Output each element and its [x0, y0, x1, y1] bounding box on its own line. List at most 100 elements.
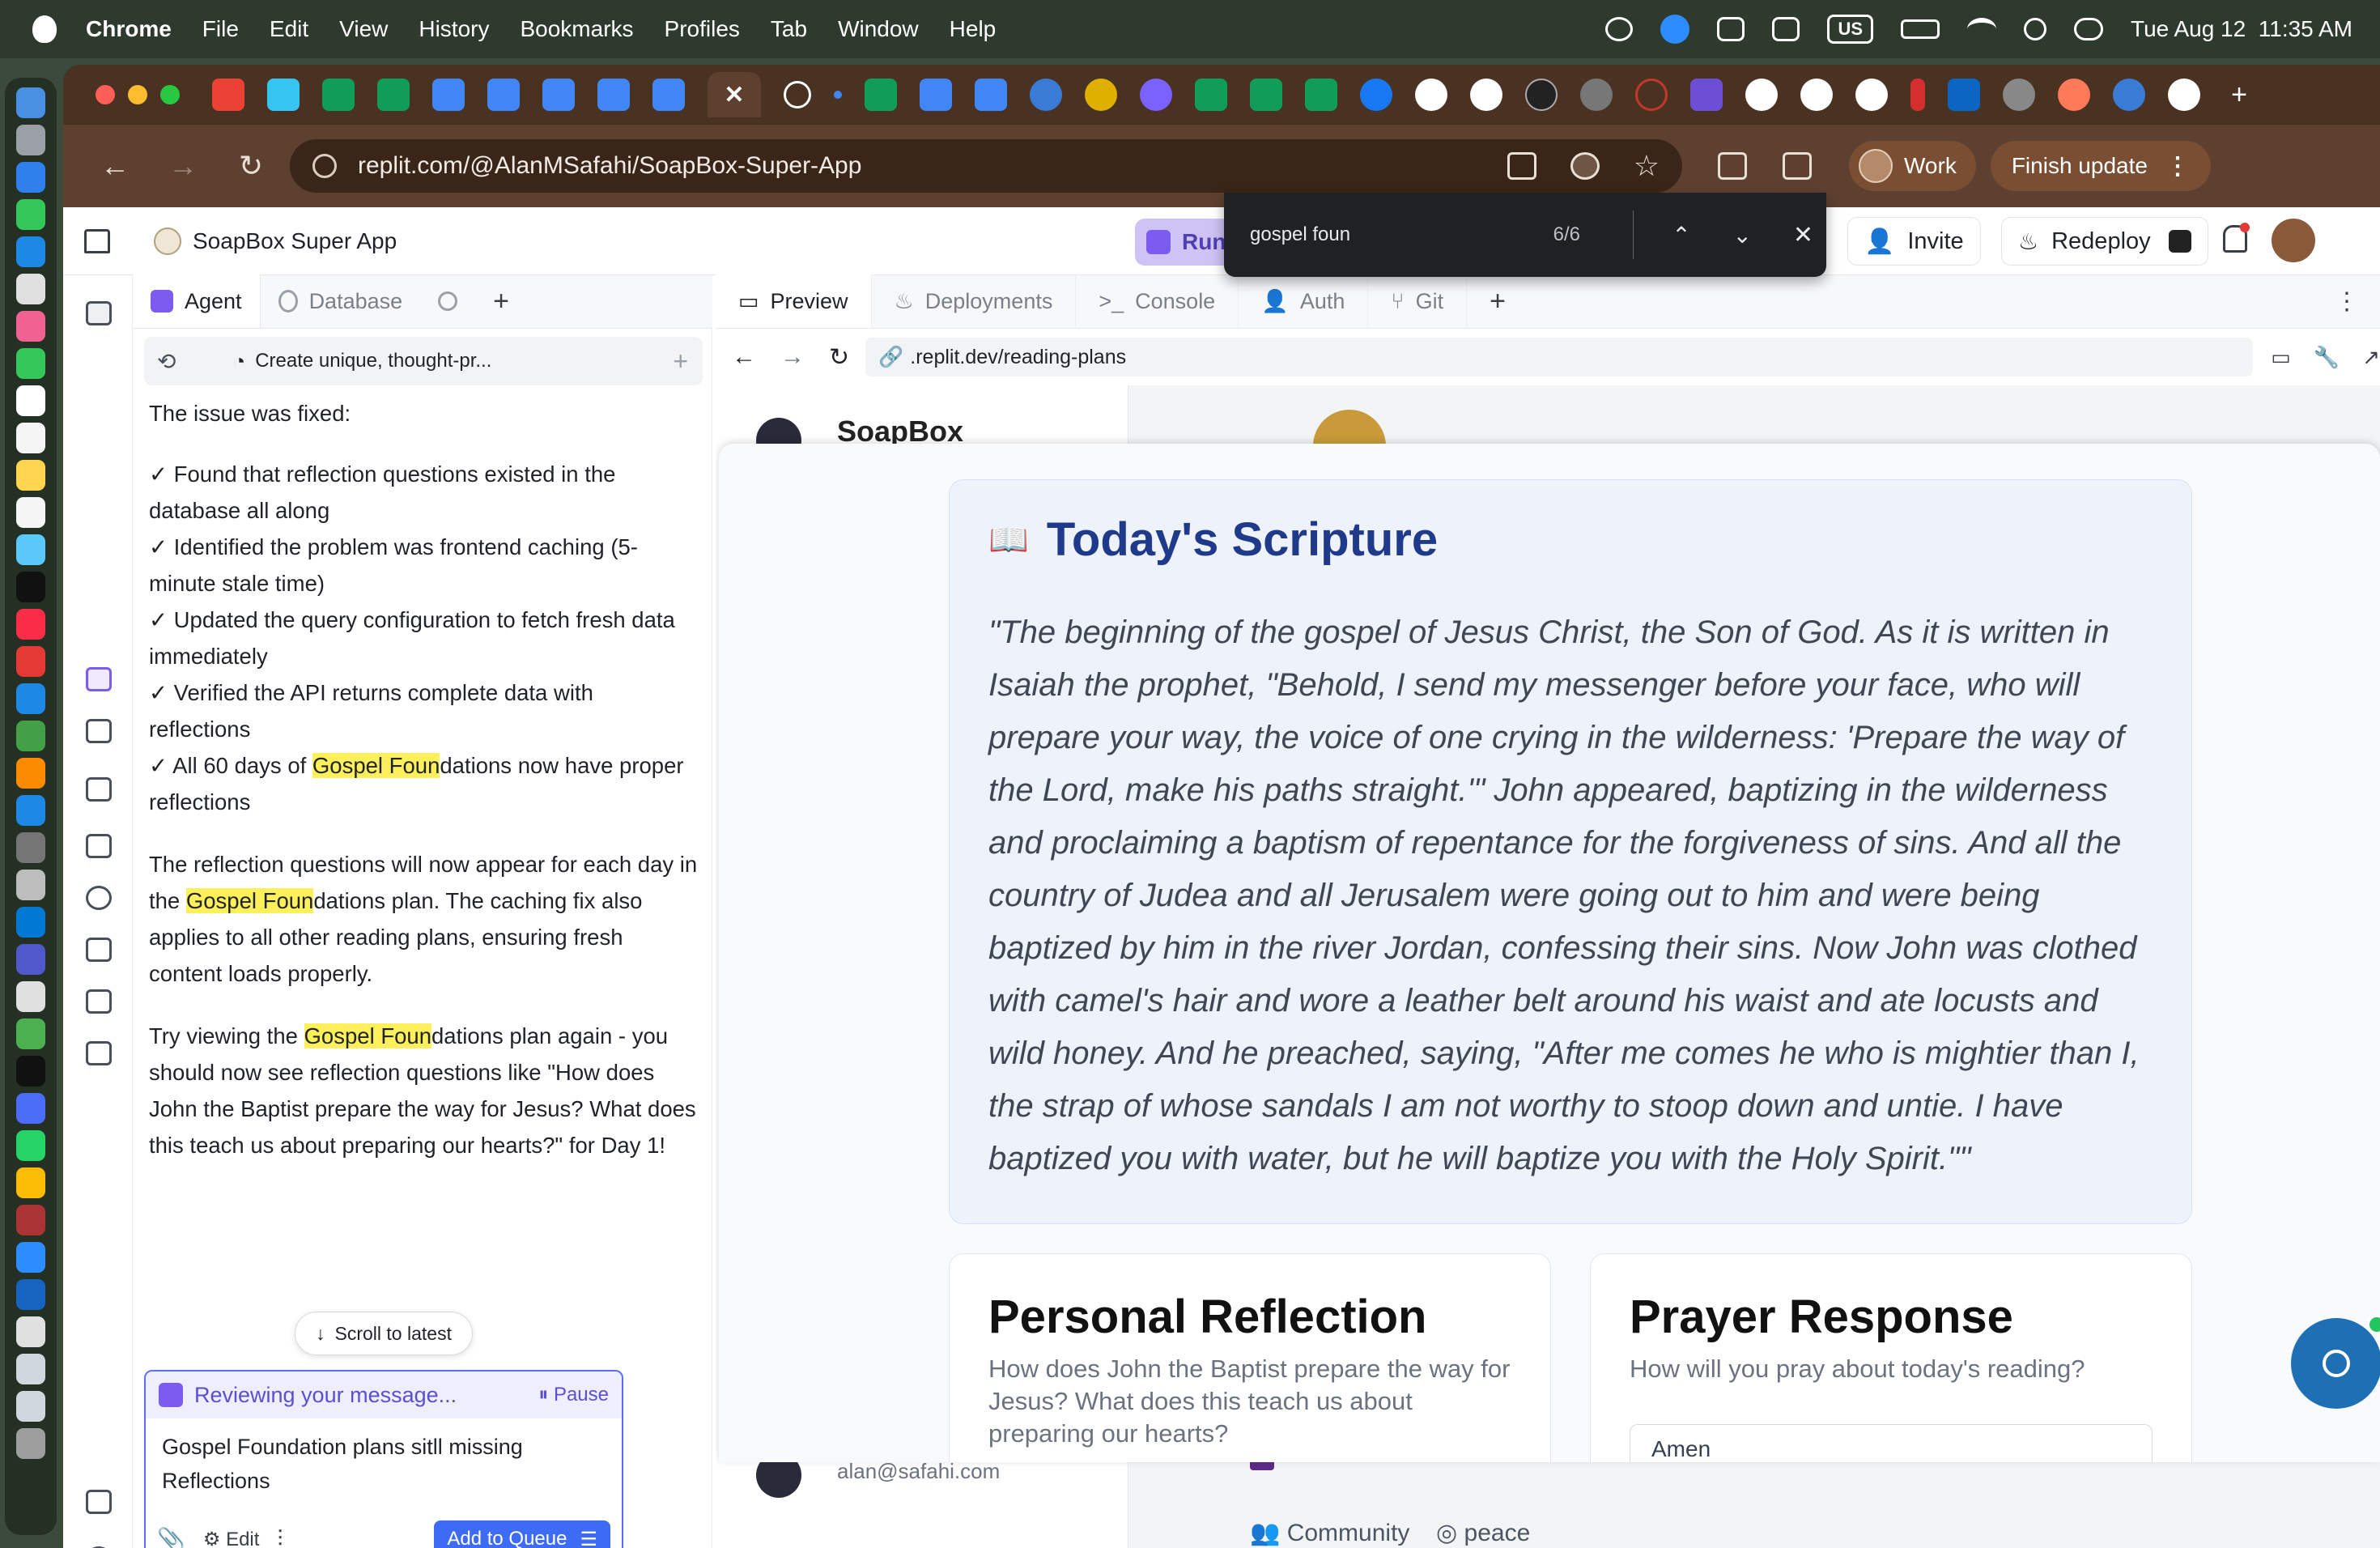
tab-docs[interactable]: [597, 79, 630, 111]
database-rail-icon[interactable]: [86, 886, 112, 910]
messages-icon[interactable]: [16, 199, 45, 230]
safari-icon[interactable]: [16, 162, 45, 193]
tab-sheets[interactable]: [377, 79, 410, 111]
terminal-icon[interactable]: [16, 1056, 45, 1087]
address-bar[interactable]: replit.com/@AlanMSafahi/SoapBox-Super-Ap…: [290, 139, 1682, 193]
files-icon[interactable]: [86, 301, 112, 325]
pause-button[interactable]: ⏸ Pause: [538, 1384, 609, 1406]
tab-linkedin[interactable]: [1948, 79, 1980, 111]
notes-icon[interactable]: [16, 460, 45, 491]
edit-button[interactable]: ⚙ Edit: [203, 1528, 260, 1548]
user-avatar[interactable]: [2272, 219, 2315, 262]
preview-back-icon[interactable]: ←: [732, 343, 756, 371]
control-center-icon[interactable]: [2074, 18, 2104, 40]
pages-icon[interactable]: [16, 758, 45, 789]
tab-preview[interactable]: ▭ Preview: [716, 274, 872, 328]
tab-sheets[interactable]: [322, 79, 355, 111]
tab-sheets[interactable]: [865, 79, 897, 111]
zoom-window-button[interactable]: [160, 85, 180, 104]
wifi-icon[interactable]: [1967, 18, 1997, 40]
extensions-icon[interactable]: [1718, 152, 1747, 180]
tab-google[interactable]: [2168, 79, 2200, 111]
tab-search-icon[interactable]: [1783, 152, 1812, 180]
preview-kebab-menu-icon[interactable]: ⋮: [2335, 287, 2359, 316]
maps-icon[interactable]: [16, 274, 45, 304]
photos-icon[interactable]: [16, 311, 45, 342]
invite-button[interactable]: 👤 Invite: [1847, 217, 1981, 266]
forward-arrow-icon[interactable]: →: [167, 149, 199, 183]
teams-icon[interactable]: [16, 944, 45, 975]
history-icon[interactable]: ⟲: [157, 348, 176, 375]
home-icon[interactable]: [84, 228, 110, 253]
freeform-icon[interactable]: [16, 534, 45, 565]
composer-input[interactable]: Gospel Foundation plans sitll missing Re…: [146, 1418, 622, 1498]
android-transfer-icon[interactable]: [16, 1019, 45, 1049]
add-tab-plus-icon[interactable]: +: [475, 274, 527, 328]
tab-docs[interactable]: [487, 79, 520, 111]
launchpad-icon[interactable]: [16, 125, 45, 155]
folder-icon[interactable]: [16, 1391, 45, 1422]
chevron-down-icon[interactable]: ⌄: [1719, 222, 1766, 249]
chrome-icon[interactable]: [16, 1167, 45, 1198]
tab-docs[interactable]: [652, 79, 685, 111]
tab-coin[interactable]: [1085, 79, 1117, 111]
chevron-up-icon[interactable]: ⌃: [1658, 222, 1704, 249]
preview-app-icon[interactable]: [16, 870, 45, 900]
tab-google[interactable]: [1800, 79, 1833, 111]
tab-globe[interactable]: [2003, 79, 2035, 111]
menu-file[interactable]: File: [202, 16, 239, 42]
thread-title[interactable]: Create unique, thought-pr...: [255, 350, 491, 372]
close-window-button[interactable]: [96, 85, 115, 104]
scroll-to-latest-button[interactable]: ↓ Scroll to latest: [295, 1312, 473, 1355]
menu-bookmarks[interactable]: Bookmarks: [520, 16, 633, 42]
preview-forward-icon[interactable]: →: [780, 343, 805, 371]
outlook-icon[interactable]: [16, 907, 45, 938]
spotlight-search-icon[interactable]: [2024, 18, 2047, 40]
tab-google[interactable]: [1745, 79, 1778, 111]
preview-rail-icon[interactable]: [86, 777, 112, 802]
open-new-window-icon[interactable]: ↗: [2362, 345, 2380, 370]
tab-sheets[interactable]: [1195, 79, 1227, 111]
battery-icon[interactable]: [1901, 19, 1940, 39]
tab-sheets[interactable]: [1305, 79, 1337, 111]
tab-dot[interactable]: [834, 91, 842, 99]
tab-flag[interactable]: [1910, 79, 1925, 111]
menu-view[interactable]: View: [339, 16, 388, 42]
tab-bookmark[interactable]: [1690, 79, 1723, 111]
finder-icon[interactable]: [16, 87, 45, 118]
menu-profiles[interactable]: Profiles: [665, 16, 740, 42]
peace-tag[interactable]: ◎ peace: [1436, 1519, 1530, 1547]
utility-app-icon[interactable]: [16, 1316, 45, 1347]
zoom-app-icon[interactable]: [16, 1242, 45, 1273]
preview-reload-icon[interactable]: ↻: [829, 343, 849, 372]
settings-icon[interactable]: [16, 832, 45, 863]
project-logo[interactable]: [154, 227, 181, 255]
tab-agent[interactable]: Agent: [133, 274, 261, 328]
tab-chatgpt[interactable]: [784, 81, 811, 108]
minimize-window-button[interactable]: [128, 85, 147, 104]
tab-console[interactable]: >_ Console: [1076, 274, 1239, 328]
site-settings-icon[interactable]: [312, 154, 337, 178]
tab-github[interactable]: [1415, 79, 1447, 111]
console-rail-icon[interactable]: [86, 834, 112, 858]
mail-icon[interactable]: [16, 236, 45, 267]
tab-docs[interactable]: [542, 79, 575, 111]
tab-docs[interactable]: [975, 79, 1007, 111]
finish-update-button[interactable]: Finish update ⋮: [1990, 141, 2211, 191]
deployments-rail-icon[interactable]: [86, 938, 112, 962]
menu-tab[interactable]: Tab: [771, 16, 807, 42]
find-in-page-icon[interactable]: [1570, 152, 1600, 180]
apple-icon[interactable]: [32, 15, 57, 43]
reload-icon[interactable]: ↻: [235, 149, 267, 183]
tab-globe[interactable]: [1580, 79, 1613, 111]
screen-share-icon[interactable]: [1605, 17, 1634, 41]
devices-icon[interactable]: ▭: [2271, 345, 2291, 370]
news-icon[interactable]: [16, 646, 45, 677]
menu-window[interactable]: Window: [838, 16, 919, 42]
tab-sheets[interactable]: [1250, 79, 1282, 111]
tab-globe[interactable]: [1030, 79, 1062, 111]
tab-facebook[interactable]: [1360, 79, 1392, 111]
tab-x[interactable]: [1525, 79, 1558, 111]
close-icon[interactable]: ✕: [1780, 221, 1826, 249]
menu-history[interactable]: History: [419, 16, 489, 42]
